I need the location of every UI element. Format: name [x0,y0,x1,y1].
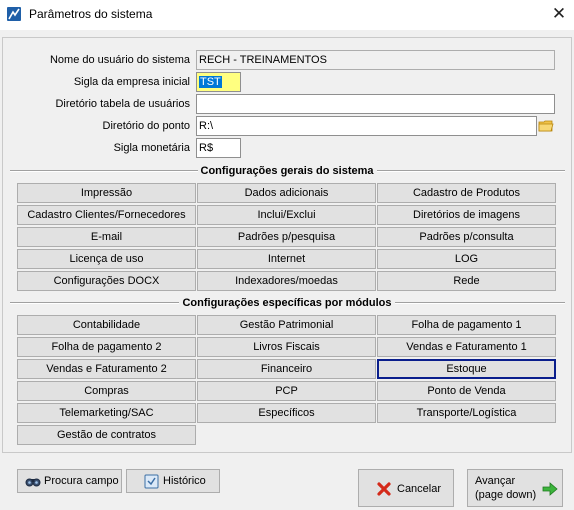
app-icon [7,7,21,21]
telemarketing-sac-button[interactable]: Telemarketing/SAC [17,403,196,423]
cadastro-clientes-fornecedores-button[interactable]: Cadastro Clientes/Fornecedores [17,205,196,225]
green-arrow-right-icon [542,481,558,500]
diretorio-usuarios-label: Diretório tabela de usuários [55,98,190,110]
folha-de-pagamento-1-button[interactable]: Folha de pagamento 1 [377,315,556,335]
cadastro-de-produtos-button[interactable]: Cadastro de Produtos [377,183,556,203]
pcp-button[interactable]: PCP [197,381,376,401]
transporte-logistica-button[interactable]: Transporte/Logística [377,403,556,423]
history-icon [144,474,159,492]
especificos-button[interactable]: Específicos [197,403,376,423]
diretorios-de-imagens-button[interactable]: Diretórios de imagens [377,205,556,225]
impressao-button[interactable]: Impressão [17,183,196,203]
historico-button[interactable]: Histórico [126,469,220,493]
avancar-button[interactable]: Avançar (page down) [467,469,563,507]
especificas-section-title: Configurações específicas por módulos [0,296,574,310]
gerais-section-title-text: Configurações gerais do sistema [197,165,377,177]
internet-button[interactable]: Internet [197,249,376,269]
especificas-section-title-text: Configurações específicas por módulos [179,297,395,309]
diretorio-ponto-label: Diretório do ponto [102,120,190,132]
diretorio-ponto-field[interactable]: R:\ [196,116,537,136]
padroes-p-pesquisa-button[interactable]: Padrões p/pesquisa [197,227,376,247]
sigla-monetaria-field[interactable]: R$ [196,138,241,158]
avancar-label: Avançar [475,475,516,487]
compras-button[interactable]: Compras [17,381,196,401]
vendas-e-faturamento-1-button[interactable]: Vendas e Faturamento 1 [377,337,556,357]
folha-de-pagamento-2-button[interactable]: Folha de pagamento 2 [17,337,196,357]
estoque-button[interactable]: Estoque [377,359,556,379]
ponto-de-venda-button[interactable]: Ponto de Venda [377,381,556,401]
title-bar: Parâmetros do sistema ✕ [0,0,574,30]
procura-campo-button[interactable]: Procura campo [17,469,122,493]
rede-button[interactable]: Rede [377,271,556,291]
cancelar-label: Cancelar [397,483,442,495]
vendas-e-faturamento-2-button[interactable]: Vendas e Faturamento 2 [17,359,196,379]
e-mail-button[interactable]: E-mail [17,227,196,247]
inclui-exclui-button[interactable]: Inclui/Exclui [197,205,376,225]
red-x-icon [376,481,392,500]
sigla-monetaria-label: Sigla monetária [113,142,190,154]
avancar-sublabel: (page down) [475,489,537,501]
gestao-de-contratos-button[interactable]: Gestão de contratos [17,425,196,445]
window-title: Parâmetros do sistema [29,7,153,21]
financeiro-button[interactable]: Financeiro [197,359,376,379]
configuracoes-docx-button[interactable]: Configurações DOCX [17,271,196,291]
folder-icon[interactable] [538,118,554,134]
contabilidade-button[interactable]: Contabilidade [17,315,196,335]
binoculars-icon [25,474,41,491]
sigla-empresa-value: TST [199,76,222,88]
log-button[interactable]: LOG [377,249,556,269]
licenca-de-uso-button[interactable]: Licença de uso [17,249,196,269]
diretorio-usuarios-field[interactable] [196,94,555,114]
historico-label: Histórico [163,475,206,487]
cancelar-button[interactable]: Cancelar [358,469,454,507]
dados-adicionais-button[interactable]: Dados adicionais [197,183,376,203]
indexadores-moedas-button[interactable]: Indexadores/moedas [197,271,376,291]
gestao-patrimonial-button[interactable]: Gestão Patrimonial [197,315,376,335]
close-icon[interactable]: ✕ [544,0,574,30]
usuario-field: RECH - TREINAMENTOS [196,50,555,70]
procura-campo-label: Procura campo [44,475,119,487]
sigla-empresa-field[interactable]: TST [196,72,241,92]
livros-fiscais-button[interactable]: Livros Fiscais [197,337,376,357]
padroes-p-consulta-button[interactable]: Padrões p/consulta [377,227,556,247]
gerais-section-title: Configurações gerais do sistema [0,164,574,178]
sigla-empresa-label: Sigla da empresa inicial [73,76,190,88]
usuario-label: Nome do usuário do sistema [49,54,190,66]
